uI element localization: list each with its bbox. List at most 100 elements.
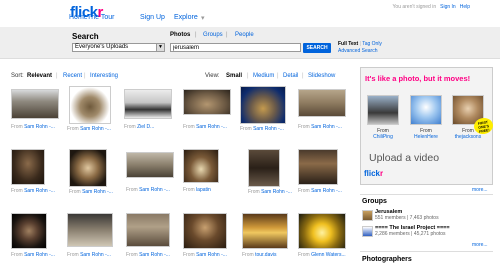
city-skyline-thumb[interactable] — [11, 89, 59, 119]
chevron-down-icon[interactable]: ▾ — [201, 14, 205, 22]
view-detail[interactable]: Detail — [283, 73, 298, 79]
photo-owner-link[interactable]: Sam Rohn -... — [80, 126, 111, 132]
caption-from: From — [298, 188, 310, 194]
photo-owner-link[interactable]: Ziel D... — [137, 124, 154, 130]
dome-interior-thumb[interactable] — [69, 149, 107, 187]
groups-more-link[interactable]: more... — [472, 242, 488, 248]
group-meta: 551 members | 7,463 photos — [375, 215, 439, 221]
tiny-planet-thumb[interactable] — [69, 86, 111, 124]
ad-owner-link[interactable]: ChiliPing — [373, 134, 393, 140]
photo-owner-link[interactable]: lapatin — [196, 187, 211, 193]
caption-from: From — [298, 124, 310, 130]
caption-from: From — [242, 252, 254, 258]
market-street-thumb[interactable] — [298, 149, 338, 185]
group-photos: 7,463 photos — [409, 215, 439, 221]
ad-flickr-logo: flickr — [364, 169, 383, 178]
photo-owner-link[interactable]: Sam Rohn -... — [80, 252, 111, 258]
ad-upload-text: Upload a video — [369, 152, 440, 164]
gate-arch-thumb[interactable] — [126, 213, 170, 247]
groups-title: Groups — [362, 198, 387, 205]
photo-owner-link[interactable]: Sam Rohn -... — [196, 124, 227, 130]
photo-owner-link[interactable]: Sam Rohn -... — [24, 124, 55, 130]
ad-caption: From HelenHere — [410, 128, 442, 140]
tags-only-option[interactable]: Tag Only — [362, 41, 382, 47]
ad-owner-link[interactable]: HelenHere — [414, 134, 438, 140]
caption-from: From — [248, 189, 260, 195]
ad-caption: From ChiliPing — [367, 128, 399, 140]
group-meta: 2,286 members | 45,271 photos — [375, 231, 446, 237]
signin-link[interactable]: Sign In — [440, 4, 456, 10]
caption-from: From — [126, 187, 138, 193]
photo-caption: From Sam Rohn -... — [67, 126, 111, 132]
panorama-plaza-thumb[interactable] — [183, 89, 231, 115]
photo-owner-link[interactable]: Glenn Waters... — [311, 252, 346, 258]
nav-signup[interactable]: Sign Up — [140, 14, 165, 21]
photo-caption: From Sam Rohn -... — [11, 188, 55, 194]
tab-separator: | — [226, 32, 228, 38]
photo-caption: From Sam Rohn -... — [126, 187, 170, 193]
sort-separator: | — [84, 73, 86, 79]
tab-photos[interactable]: Photos — [170, 32, 190, 38]
ad-more-link[interactable]: more... — [472, 187, 488, 193]
nav-tour[interactable]: The Tour — [87, 14, 115, 21]
ad-baby-thumb[interactable] — [410, 95, 442, 125]
photo-owner-link[interactable]: Sam Rohn -... — [139, 187, 170, 193]
snow-street-thumb[interactable] — [124, 89, 172, 119]
dark-hall-thumb[interactable] — [248, 149, 280, 187]
help-link[interactable]: Help — [460, 4, 470, 10]
photo-owner-link[interactable]: Sam Rohn -... — [196, 252, 227, 258]
caption-from: From — [69, 189, 81, 195]
tiny-planet-dusk-thumb[interactable] — [240, 86, 286, 124]
sort-recent[interactable]: Recent — [63, 73, 82, 79]
search-scope-select[interactable]: Everyone's Uploads ▼ — [72, 43, 165, 52]
sort-label: Sort: — [11, 73, 24, 79]
meta-separator: | — [406, 215, 409, 221]
search-mode: Full Text | Tag Only — [338, 41, 382, 47]
wall-figure-thumb[interactable] — [11, 149, 45, 185]
tab-groups[interactable]: Groups — [203, 32, 223, 38]
photo-owner-link[interactable]: Sam Rohn -... — [139, 252, 170, 258]
photo-caption: From Sam Rohn -... — [298, 188, 342, 194]
advanced-search-link[interactable]: Advanced Search — [338, 48, 377, 54]
ad-cat-thumb[interactable] — [367, 95, 399, 125]
view-medium[interactable]: Medium — [253, 73, 274, 79]
nav-explore[interactable]: Explore — [174, 14, 198, 21]
sort-interesting[interactable]: Interesting — [90, 73, 118, 79]
group-item[interactable]: ==== The Israel Project ==== 2,286 membe… — [362, 225, 492, 239]
photo-caption: From tour.davis — [242, 252, 276, 258]
group-item[interactable]: Jerusalem 551 members | 7,463 photos — [362, 209, 492, 223]
photo-owner-link[interactable]: Sam Rohn -... — [253, 126, 284, 132]
photo-owner-link[interactable]: tour.davis — [255, 252, 276, 258]
photo-owner-link[interactable]: Sam Rohn -... — [311, 188, 342, 194]
photo-owner-link[interactable]: Sam Rohn -... — [311, 124, 342, 130]
meta-separator: | — [411, 231, 413, 237]
ad-owner-link[interactable]: thejacksons — [455, 134, 481, 140]
divider — [360, 194, 493, 195]
old-city-wall-thumb[interactable] — [67, 213, 113, 247]
photo-owner-link[interactable]: Sam Rohn -... — [24, 252, 55, 258]
caption-from: From — [298, 252, 310, 258]
photo-caption: From Sam Rohn -... — [69, 189, 113, 195]
search-button[interactable]: SEARCH — [303, 43, 331, 53]
fulltext-option[interactable]: Full Text — [338, 41, 358, 47]
photographers-title: Photographers — [362, 256, 412, 263]
tiny-planet-night-thumb[interactable] — [11, 213, 47, 249]
photo-owner-link[interactable]: Sam Rohn -... — [82, 189, 113, 195]
scope-value: Everyone's Uploads — [75, 44, 129, 50]
view-small[interactable]: Small — [226, 73, 242, 79]
lit-interior-thumb[interactable] — [183, 213, 227, 249]
sort-relevant[interactable]: Relevant — [27, 73, 52, 79]
photo-owner-link[interactable]: Sam Rohn -... — [261, 189, 292, 195]
crowd-panorama-thumb[interactable] — [126, 152, 174, 178]
tab-people[interactable]: People — [235, 32, 254, 38]
golden-dome-thumb[interactable] — [242, 213, 288, 249]
video-upload-ad[interactable]: It's like a photo, but it moves! From Chi… — [360, 67, 495, 185]
nav-home[interactable]: Home — [69, 14, 88, 21]
search-input[interactable] — [170, 43, 301, 52]
arch-tunnel-thumb[interactable] — [183, 149, 219, 183]
photo-owner-link[interactable]: Sam Rohn -... — [24, 188, 55, 194]
sort-separator: | — [56, 73, 58, 79]
view-slideshow[interactable]: Slideshow — [308, 73, 335, 79]
stone-courtyard-thumb[interactable] — [298, 89, 346, 117]
yellow-flower-thumb[interactable] — [298, 213, 346, 249]
